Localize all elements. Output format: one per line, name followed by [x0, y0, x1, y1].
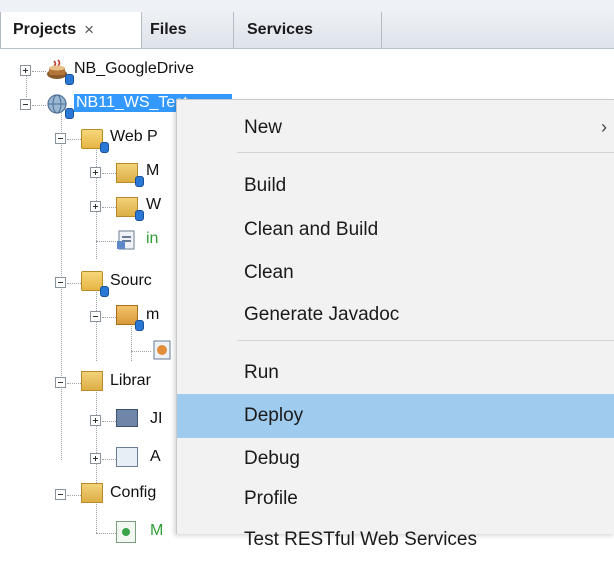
menu-item-profile[interactable]: Profile: [177, 477, 614, 521]
submenu-arrow-icon: ›: [601, 117, 607, 137]
menu-item-label: Clean: [244, 262, 294, 283]
menu-item-generate-javadoc[interactable]: Generate Javadoc: [177, 293, 614, 337]
tree-guide: [32, 71, 46, 72]
tree-node-label[interactable]: Sourc: [110, 272, 152, 290]
menu-item-label: Deploy: [244, 405, 304, 426]
tree-node-label[interactable]: W: [146, 196, 161, 214]
jdk-icon: [116, 409, 138, 427]
tree-guide: [96, 241, 116, 242]
tree-node-label[interactable]: Config: [110, 484, 156, 502]
menu-item-deploy[interactable]: Deploy: [177, 394, 614, 438]
menu-separator: [237, 340, 614, 341]
java-class-icon: [151, 339, 173, 360]
tab-services[interactable]: Services: [234, 12, 382, 48]
collapse-toggle[interactable]: [20, 99, 31, 110]
tree-guide: [102, 173, 116, 174]
badge-icon: [135, 320, 144, 331]
menu-item-label: Clean and Build: [244, 219, 379, 240]
manifest-file-icon: [116, 521, 136, 543]
expand-toggle[interactable]: [90, 201, 101, 212]
tree-guide: [32, 105, 46, 106]
menu-item-label: New: [244, 117, 283, 138]
tree-node-label[interactable]: Web P: [110, 128, 158, 146]
tree-guide: [67, 495, 81, 496]
menu-item-label: Build: [244, 175, 287, 196]
menu-item-test-restful[interactable]: Test RESTful Web Services: [177, 518, 614, 562]
tree-node-label[interactable]: in: [146, 230, 158, 248]
tree-node-label[interactable]: JI: [150, 410, 162, 428]
menu-item-label: Debug: [244, 448, 300, 469]
tree-guide: [96, 285, 97, 361]
tab-projects-label: Projects: [13, 21, 77, 38]
window-top-strip: [0, 0, 614, 12]
menu-item-build[interactable]: Build: [177, 164, 614, 208]
menu-item-clean[interactable]: Clean: [177, 251, 614, 295]
tree-guide: [102, 421, 116, 422]
tree-node-label[interactable]: m: [146, 306, 159, 324]
tree-guide: [67, 139, 81, 140]
badge-icon: [65, 74, 74, 85]
close-icon[interactable]: ×: [84, 20, 94, 40]
badge-icon: [65, 108, 74, 119]
tab-files[interactable]: Files: [142, 12, 234, 48]
tree-node-label[interactable]: NB_GoogleDrive: [74, 60, 194, 78]
expand-toggle[interactable]: [90, 415, 101, 426]
collapse-toggle[interactable]: [55, 377, 66, 388]
server-library-icon: [116, 447, 138, 467]
tree-guide: [102, 317, 116, 318]
menu-item-label: Test RESTful Web Services: [244, 529, 478, 550]
menu-item-label: Generate Javadoc: [244, 304, 400, 325]
tree-guide: [96, 385, 97, 493]
collapse-toggle[interactable]: [90, 311, 101, 322]
tree-guide: [102, 207, 116, 208]
menu-item-run[interactable]: Run: [177, 351, 614, 395]
menu-item-label: Profile: [244, 488, 298, 509]
tree-guide: [96, 533, 116, 534]
badge-icon: [100, 286, 109, 297]
menu-item-new[interactable]: New ›: [177, 106, 614, 150]
tree-guide: [67, 283, 81, 284]
expand-toggle[interactable]: [90, 167, 101, 178]
collapse-toggle[interactable]: [55, 489, 66, 500]
configuration-folder-icon: [81, 483, 103, 503]
tree-node-label[interactable]: M: [150, 522, 163, 540]
tree-node-label[interactable]: A: [150, 448, 161, 466]
tree-guide: [67, 383, 81, 384]
badge-icon: [135, 210, 144, 221]
menu-item-label: Run: [244, 362, 279, 383]
menu-item-debug[interactable]: Debug: [177, 437, 614, 481]
badge-icon: [135, 176, 144, 187]
tree-guide: [102, 459, 116, 460]
collapse-toggle[interactable]: [55, 133, 66, 144]
tree-node-label[interactable]: M: [146, 162, 159, 180]
tab-services-label: Services: [247, 21, 313, 38]
tree-guide: [131, 319, 132, 361]
menu-item-clean-and-build[interactable]: Clean and Build: [177, 208, 614, 252]
context-menu: New › Build Clean and Build Clean Genera…: [176, 99, 614, 550]
panel-tab-bar: Projects × Files Services: [0, 12, 614, 49]
tree-guide: [131, 351, 151, 352]
tab-projects[interactable]: Projects ×: [0, 12, 142, 48]
expand-toggle[interactable]: [90, 453, 101, 464]
badge-icon: [100, 142, 109, 153]
tab-files-label: Files: [150, 21, 187, 38]
libraries-folder-icon: [81, 371, 103, 391]
menu-separator: [237, 152, 614, 153]
expand-toggle[interactable]: [20, 65, 31, 76]
jsp-file-icon: [116, 229, 138, 250]
tree-node-label[interactable]: Librar: [110, 372, 151, 390]
collapse-toggle[interactable]: [55, 277, 66, 288]
